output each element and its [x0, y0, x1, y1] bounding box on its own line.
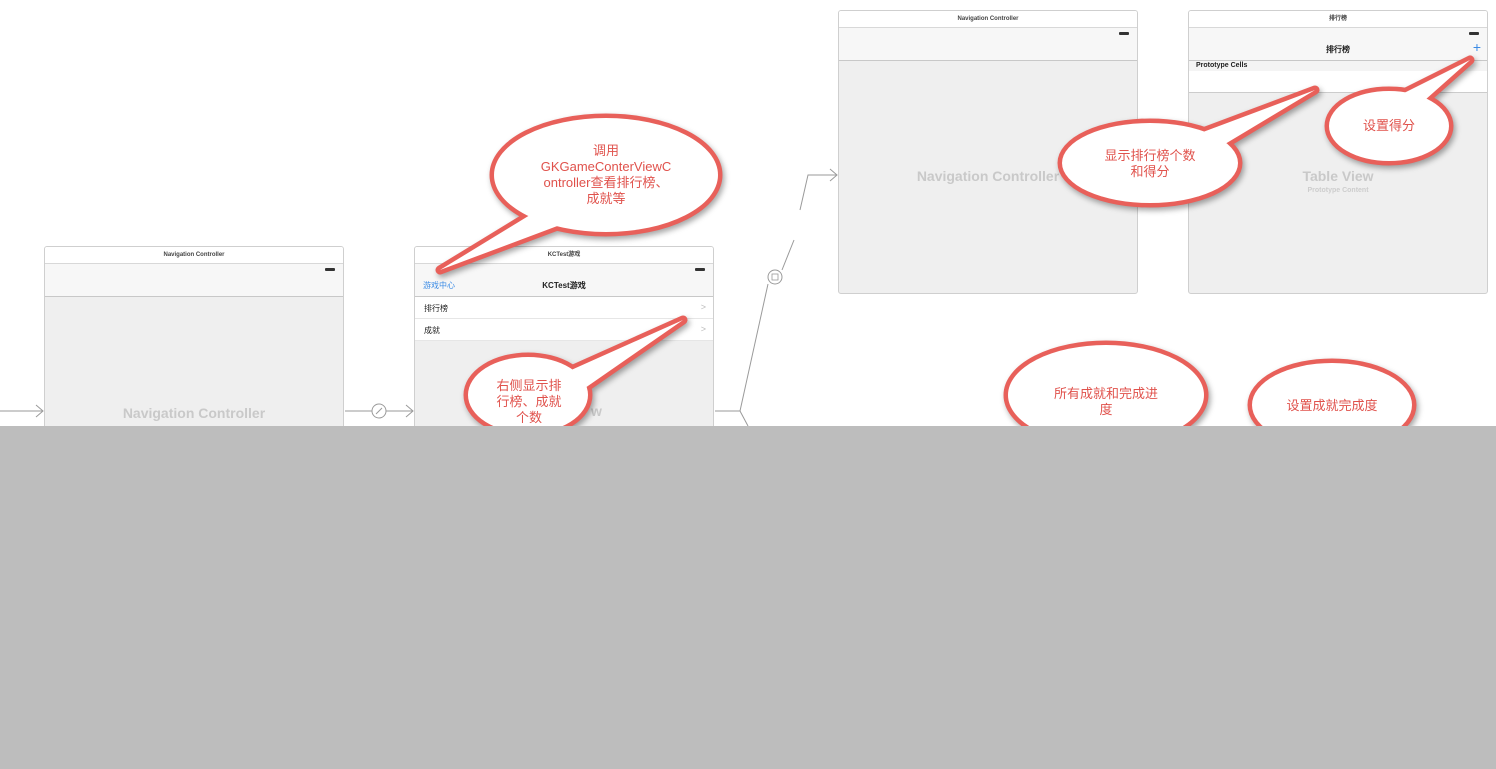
- callout-all-achievements: 所有成就和完成进 度: [1054, 386, 1158, 418]
- callout-line: 所有成就和完成进: [1053, 386, 1159, 401]
- gray-overlay: [0, 426, 1496, 769]
- callout-line: 右侧显示排: [496, 378, 562, 393]
- callout-gamecenter: 调用 GKGameConterViewC ontroller查看排行榜、 成就等: [541, 143, 672, 207]
- callout-line: ontroller查看排行榜、: [543, 175, 669, 190]
- callout-line: 行榜、成就: [496, 394, 562, 409]
- callout-right-counts: 右侧显示排 行榜、成就 个数: [496, 378, 561, 426]
- callout-line: 个数: [515, 410, 543, 425]
- callout-line: 设置得分: [1362, 118, 1416, 133]
- callout-line: 度: [1099, 402, 1113, 417]
- callout-line: GKGameConterViewC: [540, 159, 672, 174]
- callout-line: 和得分: [1130, 164, 1170, 179]
- callout-set-achievement: 设置成就完成度: [1286, 398, 1377, 414]
- callout-set-score: 设置得分: [1363, 118, 1415, 134]
- callout-line: 成就等: [586, 191, 626, 206]
- callout-leaderboard-scores: 显示排行榜个数 和得分: [1104, 148, 1195, 180]
- callout-line: 显示排行榜个数: [1104, 148, 1196, 163]
- callout-line: 设置成就完成度: [1286, 398, 1378, 413]
- callout-line: 调用: [592, 143, 620, 158]
